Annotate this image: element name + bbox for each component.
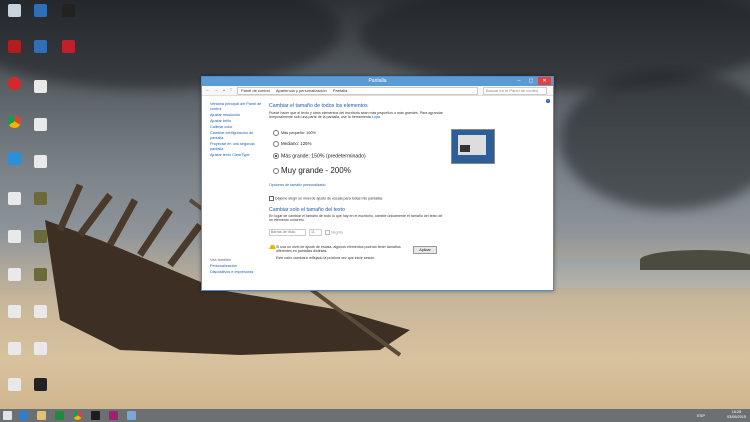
desktop-file-icon[interactable] — [28, 155, 52, 168]
custom-size-link[interactable]: Opciones de tamaño personalizado — [269, 183, 326, 187]
desktop-file-icon[interactable] — [28, 305, 52, 318]
store-icon[interactable] — [55, 411, 64, 420]
desktop-app-icon[interactable] — [28, 4, 52, 17]
ie-icon[interactable] — [19, 411, 28, 420]
taskbar: ESP 16:28 03/06/2015 — [0, 409, 750, 422]
size-option-larger[interactable]: Más grande: 150% (predeterminado) — [273, 153, 366, 159]
minimize-button[interactable]: – — [514, 77, 524, 85]
section-heading-text-size: Cambiar solo el tamaño del texto — [269, 207, 345, 213]
control-panel-taskbar-icon[interactable] — [127, 411, 136, 420]
desktop-file-icon[interactable] — [2, 268, 26, 281]
desktop-app-icon[interactable] — [56, 4, 80, 17]
see-also-personalization[interactable]: Personalización — [210, 264, 265, 269]
scaling-checkbox-row[interactable]: Déjeme elegir un nivel de ajuste de esca… — [269, 196, 382, 201]
language-indicator[interactable]: ESP — [697, 413, 705, 418]
warning-icon — [269, 245, 276, 249]
warning-text-2: Este valor cambiará reflejado la próxima… — [276, 256, 376, 260]
chrome-icon[interactable] — [73, 411, 82, 420]
desktop-file-icon[interactable] — [28, 118, 52, 131]
search-input[interactable]: Buscar en el Panel de control — [483, 87, 547, 95]
desktop-file-icon[interactable] — [28, 80, 52, 93]
taskbar-app-icon[interactable] — [91, 411, 100, 420]
sidebar-item-adjust-resolution[interactable]: Ajustar resolución — [210, 113, 265, 118]
radio-button[interactable] — [273, 141, 279, 147]
radio-button-selected[interactable] — [273, 153, 279, 159]
file-explorer-icon[interactable] — [37, 411, 46, 420]
checkbox[interactable] — [269, 196, 274, 201]
size-option-small[interactable]: Más pequeño: 100% — [273, 130, 316, 136]
desktop-file-icon[interactable] — [28, 230, 52, 243]
desktop-file-icon[interactable] — [2, 378, 26, 391]
breadcrumb[interactable]: Panel de control Apariencia y personaliz… — [237, 87, 478, 95]
start-button[interactable] — [3, 411, 12, 420]
address-bar: ← → ⌄ ↑ Panel de control Apariencia y pe… — [202, 86, 553, 96]
font-size-select[interactable]: 11 — [309, 229, 322, 236]
sidebar-item-adjust-brightness[interactable]: Ajustar brillo — [210, 119, 265, 124]
warning-text: Si usa un nivel de ajuste de escala, alg… — [276, 245, 401, 254]
desktop-file-icon[interactable] — [28, 342, 52, 355]
sidebar-item-calibrate-color[interactable]: Calibrar color — [210, 125, 265, 130]
section-description: Puede hacer que el texto y otros element… — [269, 111, 443, 120]
close-button[interactable]: ✕ — [538, 77, 551, 85]
desktop-file-icon[interactable] — [2, 342, 26, 355]
sidebar: Ventana principal del Panel de control A… — [210, 102, 265, 276]
back-arrow-icon[interactable]: ← — [205, 87, 211, 93]
up-arrow-icon[interactable]: ↑ — [228, 87, 234, 93]
forward-arrow-icon[interactable]: → — [213, 87, 219, 93]
adobe-reader-icon[interactable] — [2, 40, 26, 53]
desktop-file-icon[interactable] — [28, 378, 52, 391]
apply-button[interactable]: Aplicar — [413, 246, 437, 254]
breadcrumb-item[interactable]: Pantalla — [333, 88, 347, 93]
breadcrumb-item[interactable]: Panel de control — [241, 88, 270, 93]
size-option-medium[interactable]: Mediano: 125% — [273, 141, 312, 147]
size-option-extra-large[interactable]: Muy grande - 200% — [273, 166, 351, 175]
main-content: Cambiar el tamaño de todos los elementos… — [269, 103, 549, 260]
section-heading: Cambiar el tamaño de todos los elementos — [269, 103, 368, 109]
bold-checkbox[interactable]: Negrita — [325, 230, 343, 235]
breadcrumb-item[interactable]: Apariencia y personalización — [276, 88, 327, 93]
chrome-icon[interactable] — [2, 115, 26, 128]
desktop-file-icon[interactable] — [2, 230, 26, 243]
chevron-down-icon[interactable]: ⌄ — [221, 87, 227, 93]
desktop-file-icon[interactable] — [2, 192, 26, 205]
display-settings-window: Pantalla – ▢ ✕ ← → ⌄ ↑ Panel de control … — [201, 76, 554, 291]
display-preview-image — [451, 129, 495, 164]
magnifier-link[interactable]: Lupa. — [372, 115, 381, 119]
desktop-app-icon[interactable] — [28, 40, 52, 53]
text-size-description: En lugar de cambiar el tamaño de todo lo… — [269, 214, 443, 223]
radio-button[interactable] — [273, 130, 279, 136]
desktop-file-icon[interactable] — [28, 192, 52, 205]
sidebar-item-cleartype[interactable]: Ajustar texto ClearType — [210, 153, 265, 158]
clock-date: 03/06/2015 — [726, 415, 746, 419]
desktop-file-icon[interactable] — [2, 305, 26, 318]
sidebar-item-control-panel-home[interactable]: Ventana principal del Panel de control — [210, 102, 265, 112]
window-titlebar[interactable]: Pantalla – ▢ ✕ — [202, 77, 553, 86]
creative-cloud-icon[interactable] — [2, 77, 26, 90]
desktop-file-icon[interactable] — [28, 268, 52, 281]
window-title: Pantalla — [368, 78, 387, 84]
sidebar-item-display-settings[interactable]: Cambiar configuración de pantalla — [210, 131, 265, 141]
clock[interactable]: 16:28 03/06/2015 — [727, 410, 746, 420]
element-select[interactable]: Barras de título — [269, 229, 306, 236]
taskbar-app-icon[interactable] — [109, 411, 118, 420]
see-also-devices[interactable]: Dispositivos e impresoras — [210, 270, 265, 275]
maximize-button[interactable]: ▢ — [526, 77, 536, 85]
recycle-bin-icon[interactable] — [2, 4, 26, 17]
see-also-heading: Vea también — [210, 258, 232, 262]
sidebar-item-project[interactable]: Proyectar en una segunda pantalla — [210, 142, 265, 152]
desktop-app-icon[interactable] — [2, 152, 26, 165]
desktop-app-icon[interactable] — [56, 40, 80, 53]
radio-button[interactable] — [273, 167, 279, 174]
